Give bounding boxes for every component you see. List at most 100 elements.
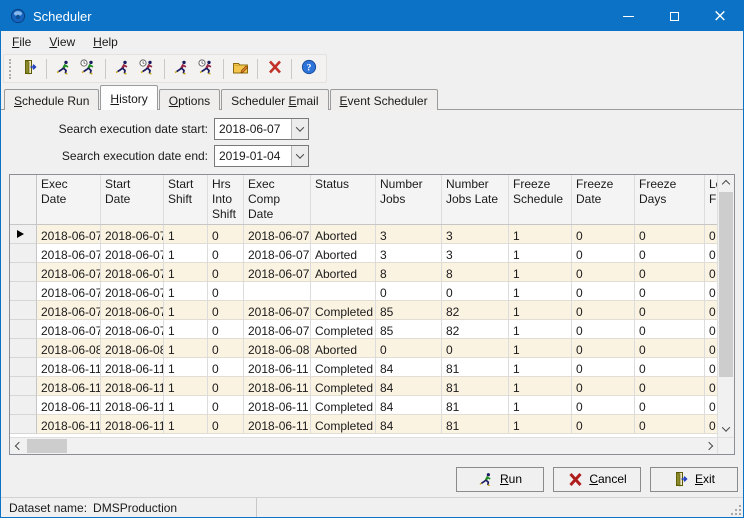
exit-button[interactable]: Exit <box>650 467 738 492</box>
cell-freeze-schedule[interactable]: 1 <box>509 320 572 339</box>
cell-freeze-days[interactable]: 0 <box>635 358 705 377</box>
menu-view[interactable]: View <box>40 31 84 53</box>
menu-file[interactable]: File <box>3 31 40 53</box>
cell-load-frozen[interactable]: 0 <box>705 415 717 434</box>
cell-number-jobs-late[interactable]: 81 <box>442 396 509 415</box>
vertical-scrollbar[interactable] <box>717 175 734 437</box>
cell-exec-date[interactable]: 2018-06-07 <box>37 301 101 320</box>
cell-freeze-days[interactable]: 0 <box>635 415 705 434</box>
tab-event-scheduler[interactable]: Event Scheduler <box>330 89 438 110</box>
cell-freeze-days[interactable]: 0 <box>635 377 705 396</box>
vertical-scrollbar-thumb[interactable] <box>719 192 733 377</box>
cell-freeze-schedule[interactable]: 1 <box>509 377 572 396</box>
cell-exec-comp-date[interactable]: 2018-06-11 <box>244 396 311 415</box>
row-selector[interactable] <box>10 282 37 301</box>
run-jobs-button[interactable] <box>169 56 194 81</box>
cell-number-jobs[interactable]: 84 <box>376 377 442 396</box>
cell-freeze-schedule[interactable]: 1 <box>509 358 572 377</box>
run-schedule-button[interactable] <box>51 56 76 81</box>
cell-hrs-into-shift[interactable]: 0 <box>208 320 244 339</box>
cell-exec-comp-date[interactable]: 2018-06-07 <box>244 301 311 320</box>
cell-freeze-date[interactable]: 0 <box>572 282 635 301</box>
cell-exec-date[interactable]: 2018-06-08 <box>37 339 101 358</box>
cell-freeze-days[interactable]: 0 <box>635 244 705 263</box>
cell-start-date[interactable]: 2018-06-07 <box>101 301 164 320</box>
cell-freeze-days[interactable]: 0 <box>635 301 705 320</box>
cell-status[interactable]: Completed <box>311 358 376 377</box>
cell-hrs-into-shift[interactable]: 0 <box>208 358 244 377</box>
cell-freeze-schedule[interactable]: 1 <box>509 396 572 415</box>
cell-number-jobs-late[interactable]: 82 <box>442 301 509 320</box>
cell-hrs-into-shift[interactable]: 0 <box>208 263 244 282</box>
cell-hrs-into-shift[interactable]: 0 <box>208 339 244 358</box>
cell-number-jobs-late[interactable]: 3 <box>442 225 509 244</box>
tab-history[interactable]: History <box>100 85 157 110</box>
search-start-combobox[interactable]: 2018-06-07 <box>214 118 309 140</box>
cell-load-frozen[interactable]: 0 <box>705 339 717 358</box>
cell-status[interactable] <box>311 282 376 301</box>
cell-hrs-into-shift[interactable]: 0 <box>208 415 244 434</box>
minimize-button[interactable] <box>605 1 651 31</box>
cell-start-date[interactable]: 2018-06-11 <box>101 415 164 434</box>
cell-number-jobs[interactable]: 3 <box>376 244 442 263</box>
cell-start-shift[interactable]: 1 <box>164 339 208 358</box>
cell-number-jobs-late[interactable]: 3 <box>442 244 509 263</box>
cell-exec-comp-date[interactable]: 2018-06-11 <box>244 377 311 396</box>
cell-number-jobs-late[interactable]: 8 <box>442 263 509 282</box>
row-selector[interactable] <box>10 225 37 244</box>
cell-exec-comp-date[interactable]: 2018-06-08 <box>244 339 311 358</box>
cell-number-jobs[interactable]: 85 <box>376 320 442 339</box>
stop-schedule-button[interactable] <box>110 56 135 81</box>
row-selector[interactable] <box>10 263 37 282</box>
cell-hrs-into-shift[interactable]: 0 <box>208 282 244 301</box>
column-header-hrs-into-shift[interactable]: Hrs Into Shift <box>208 175 244 224</box>
cell-freeze-days[interactable]: 0 <box>635 263 705 282</box>
column-header-freeze-schedule[interactable]: Freeze Schedule <box>509 175 572 224</box>
cell-number-jobs[interactable]: 3 <box>376 225 442 244</box>
cell-number-jobs-late[interactable]: 0 <box>442 282 509 301</box>
cell-start-shift[interactable]: 1 <box>164 396 208 415</box>
cell-exec-comp-date[interactable]: 2018-06-07 <box>244 320 311 339</box>
cell-status[interactable]: Completed <box>311 377 376 396</box>
cell-freeze-schedule[interactable]: 1 <box>509 301 572 320</box>
delete-button[interactable] <box>262 56 287 81</box>
cell-number-jobs-late[interactable]: 81 <box>442 358 509 377</box>
row-selector[interactable] <box>10 244 37 263</box>
cell-load-frozen[interactable]: 0 <box>705 320 717 339</box>
cell-start-shift[interactable]: 1 <box>164 282 208 301</box>
cell-hrs-into-shift[interactable]: 0 <box>208 244 244 263</box>
cell-exec-date[interactable]: 2018-06-11 <box>37 396 101 415</box>
cell-freeze-days[interactable]: 0 <box>635 396 705 415</box>
cell-freeze-date[interactable]: 0 <box>572 225 635 244</box>
cell-load-frozen[interactable]: 0 <box>705 282 717 301</box>
cell-hrs-into-shift[interactable]: 0 <box>208 225 244 244</box>
search-end-combobox[interactable]: 2019-01-04 <box>214 145 309 167</box>
cell-number-jobs-late[interactable]: 81 <box>442 415 509 434</box>
column-header-load-frozen[interactable]: Load Frozen <box>705 175 717 224</box>
cell-exec-comp-date[interactable]: 2018-06-07 <box>244 244 311 263</box>
cell-freeze-schedule[interactable]: 1 <box>509 263 572 282</box>
cell-number-jobs-late[interactable]: 0 <box>442 339 509 358</box>
stop-schedule-timed-button[interactable] <box>135 56 160 81</box>
run-jobs-timed-button[interactable] <box>194 56 219 81</box>
cell-number-jobs-late[interactable]: 81 <box>442 377 509 396</box>
search-start-value[interactable]: 2018-06-07 <box>215 119 291 139</box>
cell-hrs-into-shift[interactable]: 0 <box>208 396 244 415</box>
column-header-freeze-date[interactable]: Freeze Date <box>572 175 635 224</box>
edit-folder-button[interactable] <box>228 56 253 81</box>
cell-freeze-date[interactable]: 0 <box>572 415 635 434</box>
cell-exec-date[interactable]: 2018-06-11 <box>37 415 101 434</box>
cell-start-date[interactable]: 2018-06-07 <box>101 244 164 263</box>
cell-load-frozen[interactable]: 0 <box>705 358 717 377</box>
row-selector[interactable] <box>10 320 37 339</box>
cell-exec-date[interactable]: 2018-06-07 <box>37 282 101 301</box>
cell-hrs-into-shift[interactable]: 0 <box>208 377 244 396</box>
cell-start-shift[interactable]: 1 <box>164 320 208 339</box>
scroll-left-button[interactable] <box>10 438 27 454</box>
cell-exec-date[interactable]: 2018-06-11 <box>37 358 101 377</box>
cell-start-date[interactable]: 2018-06-08 <box>101 339 164 358</box>
cell-freeze-days[interactable]: 0 <box>635 339 705 358</box>
cell-freeze-schedule[interactable]: 1 <box>509 282 572 301</box>
cell-exec-comp-date[interactable]: 2018-06-11 <box>244 358 311 377</box>
row-selector[interactable] <box>10 396 37 415</box>
